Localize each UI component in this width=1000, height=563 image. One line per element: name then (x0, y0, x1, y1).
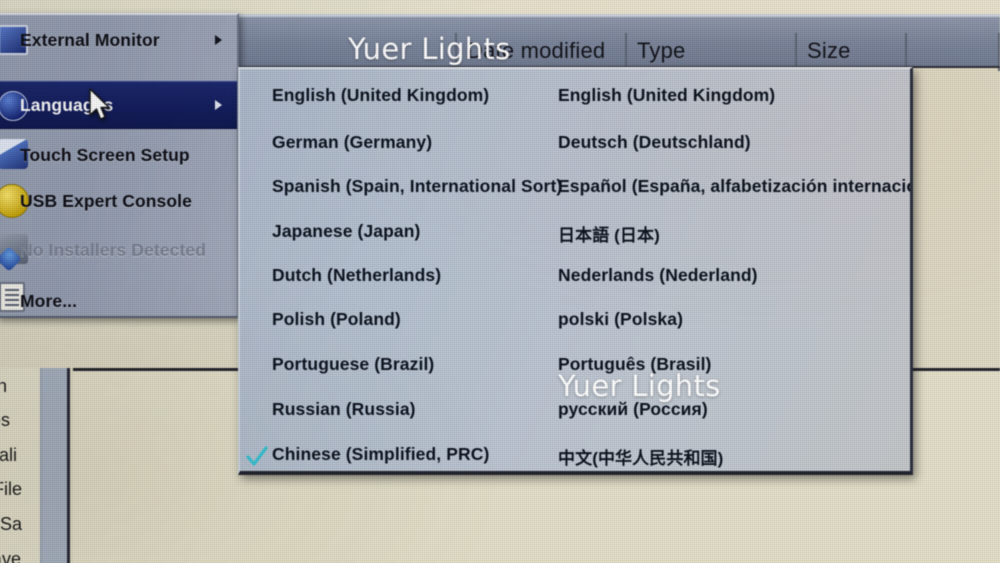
context-menu: External Monitor Languages Touch Screen … (0, 13, 239, 318)
tree-item-fragment[interactable]: oSa (0, 515, 22, 533)
menu-item-usb-expert-console[interactable]: USB Expert Console (0, 178, 237, 224)
navigation-pane[interactable]: n os nali File oSa ave vable abl (0, 368, 42, 563)
language-item-german[interactable]: German (Germany) Deutsch (Deutschland) (240, 126, 910, 170)
language-native-name: 中文(中华人民共和国) (558, 449, 724, 468)
watermark-top: Yuer Lights (348, 32, 511, 66)
menu-item-no-installers-detected: No Installers Detected (0, 227, 237, 273)
language-english-name: Spanish (Spain, International Sort) (272, 176, 563, 196)
tree-item-fragment[interactable]: nali (0, 446, 17, 464)
menu-item-label: USB Expert Console (20, 190, 192, 211)
menu-item-label: More... (20, 290, 78, 311)
language-native-name: polski (Polska) (558, 309, 684, 329)
language-native-name: English (United Kingdom) (558, 85, 776, 105)
language-item-spanish[interactable]: Spanish (Spain, International Sort) Espa… (240, 170, 913, 214)
mouse-cursor (88, 88, 114, 129)
tree-item-fragment[interactable]: n (0, 377, 7, 395)
chevron-right-icon (215, 100, 222, 110)
menu-item-languages[interactable]: Languages (0, 81, 237, 129)
tree-item-fragment[interactable]: ave (0, 550, 21, 563)
language-native-name: Deutsch (Deutschland) (558, 132, 751, 152)
language-submenu: English (United Kingdom) English (United… (238, 67, 913, 475)
menu-item-external-monitor[interactable]: External Monitor (0, 17, 237, 63)
language-item-japanese[interactable]: Japanese (Japan) 日本語 (日本) (240, 215, 910, 259)
language-english-name: German (Germany) (272, 132, 433, 152)
menu-item-touch-screen-setup[interactable]: Touch Screen Setup (0, 132, 237, 178)
language-english-name: English (United Kingdom) (272, 85, 490, 105)
menu-item-label: External Monitor (20, 29, 160, 50)
menu-item-more[interactable]: More... (0, 278, 237, 316)
language-item-chinese-simplified[interactable]: Chinese (Simplified, PRC) 中文(中华人民共和国) (240, 438, 910, 471)
language-english-name: Japanese (Japan) (272, 221, 421, 241)
pane-splitter[interactable] (42, 368, 70, 563)
language-english-name: Polish (Poland) (272, 309, 401, 329)
tree-item-fragment[interactable]: os (0, 411, 10, 429)
language-native-name: Nederlands (Nederland) (558, 265, 758, 285)
language-english-name: Dutch (Netherlands) (272, 265, 442, 285)
language-item-english-uk[interactable]: English (United Kingdom) English (United… (240, 79, 910, 123)
language-item-polish[interactable]: Polish (Poland) polski (Polska) (240, 303, 910, 347)
screenshot-root: n os nali File oSa ave vable abl Date mo… (0, 0, 1000, 563)
menu-item-label: No Installers Detected (20, 239, 207, 260)
watermark-middle: Yuer Lights (558, 369, 721, 403)
menu-item-label: Touch Screen Setup (20, 144, 190, 165)
language-english-name: Portuguese (Brazil) (272, 354, 435, 374)
language-native-name: 日本語 (日本) (558, 226, 660, 245)
checkmark-icon (246, 446, 268, 468)
language-native-name: Español (España, alfabetización internac… (558, 176, 913, 196)
chevron-right-icon (215, 35, 222, 45)
tree-item-fragment[interactable]: File (0, 480, 22, 498)
language-item-dutch[interactable]: Dutch (Netherlands) Nederlands (Nederlan… (240, 259, 910, 303)
language-english-name: Russian (Russia) (272, 399, 416, 419)
language-english-name: Chinese (Simplified, PRC) (272, 444, 490, 464)
